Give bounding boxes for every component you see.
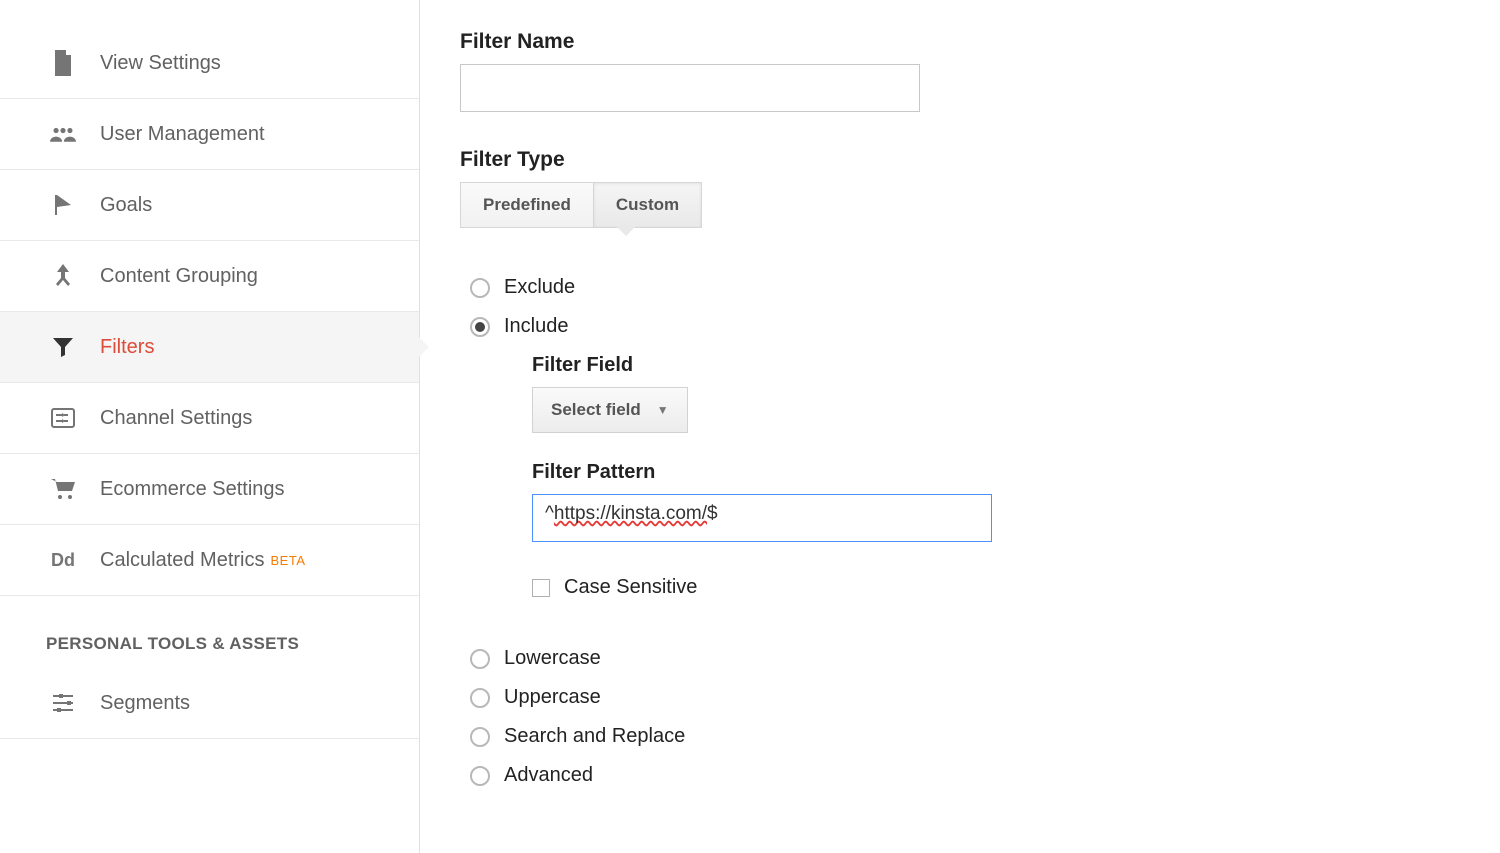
radio-uppercase[interactable]: Uppercase: [470, 686, 1460, 709]
sidebar-item-segments[interactable]: Segments: [0, 668, 419, 739]
tab-custom[interactable]: Custom: [593, 182, 702, 228]
radio-label: Lowercase: [504, 647, 601, 670]
sidebar: View Settings User Management Goals Cont…: [0, 0, 420, 853]
radio-include[interactable]: Include: [470, 315, 1460, 338]
funnel-icon: [50, 334, 76, 360]
sidebar-item-label: Segments: [100, 692, 190, 715]
sidebar-item-label: Content Grouping: [100, 265, 258, 288]
sidebar-item-content-grouping[interactable]: Content Grouping: [0, 241, 419, 312]
radio-label: Exclude: [504, 276, 575, 299]
sidebar-item-filters[interactable]: Filters: [0, 312, 419, 383]
filter-field-select[interactable]: Select field ▼: [532, 387, 688, 433]
case-sensitive-checkbox[interactable]: Case Sensitive: [532, 576, 1460, 599]
sidebar-item-goals[interactable]: Goals: [0, 170, 419, 241]
filter-name-label: Filter Name: [460, 30, 1460, 54]
sidebar-item-label: Ecommerce Settings: [100, 478, 285, 501]
filter-pattern-input[interactable]: ^https://kinsta.com/$: [532, 494, 992, 542]
flag-icon: [50, 192, 76, 218]
radio-icon: [470, 649, 490, 669]
tab-arrow-icon: [616, 226, 636, 236]
section-header-personal: PERSONAL TOOLS & ASSETS: [0, 596, 419, 668]
page-icon: [50, 50, 76, 76]
filter-field-label: Filter Field: [532, 354, 1460, 377]
segments-icon: [50, 690, 76, 716]
sidebar-item-label: Channel Settings: [100, 407, 252, 430]
radio-icon: [470, 278, 490, 298]
filter-pattern-label: Filter Pattern: [532, 461, 1460, 484]
sidebar-item-channel-settings[interactable]: Channel Settings: [0, 383, 419, 454]
radio-exclude[interactable]: Exclude: [470, 276, 1460, 299]
checkbox-icon: [532, 579, 550, 597]
select-value: Select field: [551, 400, 641, 420]
radio-search-replace[interactable]: Search and Replace: [470, 725, 1460, 748]
sidebar-item-label: Goals: [100, 194, 152, 217]
caret-down-icon: ▼: [657, 403, 669, 417]
sidebar-item-label: Filters: [100, 336, 154, 359]
radio-icon: [470, 688, 490, 708]
radio-icon: [470, 766, 490, 786]
filter-type-tabs: Predefined Custom: [460, 182, 1460, 228]
merge-icon: [50, 263, 76, 289]
tab-predefined[interactable]: Predefined: [460, 182, 593, 228]
sidebar-item-calculated-metrics[interactable]: Dd Calculated Metrics BETA: [0, 525, 419, 596]
radio-label: Include: [504, 315, 569, 338]
sidebar-item-ecommerce-settings[interactable]: Ecommerce Settings: [0, 454, 419, 525]
users-icon: [50, 121, 76, 147]
checkbox-label: Case Sensitive: [564, 576, 697, 599]
sidebar-item-label: View Settings: [100, 52, 221, 75]
main-content: Filter Name Filter Type Predefined Custo…: [420, 0, 1500, 853]
radio-icon: [470, 727, 490, 747]
radio-label: Search and Replace: [504, 725, 685, 748]
radio-icon: [470, 317, 490, 337]
radio-label: Uppercase: [504, 686, 601, 709]
dd-icon: Dd: [50, 547, 76, 573]
sidebar-item-label: Calculated Metrics: [100, 549, 265, 572]
cart-icon: [50, 476, 76, 502]
sidebar-item-view-settings[interactable]: View Settings: [0, 28, 419, 99]
radio-advanced[interactable]: Advanced: [470, 764, 1460, 787]
channel-icon: [50, 405, 76, 431]
sidebar-item-label: User Management: [100, 123, 265, 146]
beta-badge: BETA: [271, 553, 306, 568]
filter-name-input[interactable]: [460, 64, 920, 112]
sidebar-item-user-management[interactable]: User Management: [0, 99, 419, 170]
filter-type-label: Filter Type: [460, 148, 1460, 172]
radio-label: Advanced: [504, 764, 593, 787]
radio-lowercase[interactable]: Lowercase: [470, 647, 1460, 670]
